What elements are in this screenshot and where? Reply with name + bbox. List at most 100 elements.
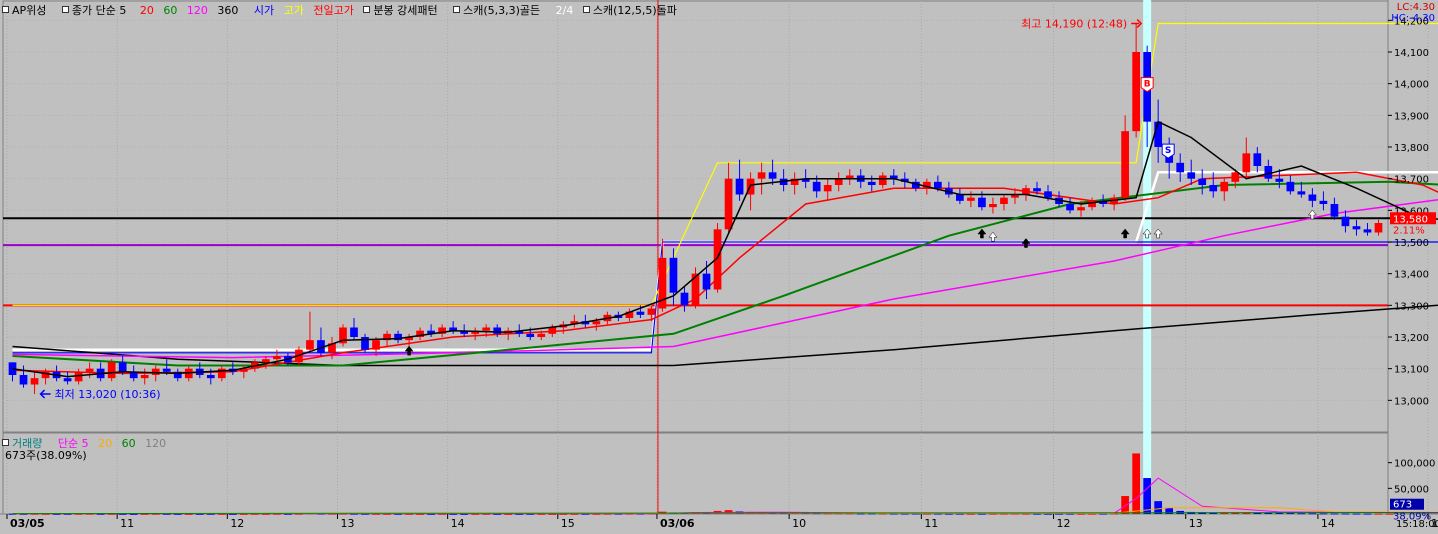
candle-body: [1209, 185, 1218, 192]
volume-bar: [1319, 513, 1328, 515]
volume-y-tick-label: 100,000: [1394, 459, 1435, 470]
y-tick-label: 13,000: [1394, 396, 1429, 407]
candle-body: [1352, 226, 1361, 230]
volume-bar: [978, 513, 986, 515]
candle-body: [878, 175, 887, 185]
volume-bar: [1154, 501, 1163, 514]
candle-body: [702, 273, 711, 290]
candle-body: [1363, 229, 1372, 233]
candle-body: [1022, 188, 1030, 195]
candle-body: [1187, 172, 1196, 179]
candle-body: [757, 172, 766, 179]
x-tick-label: 13: [1189, 517, 1203, 530]
y-tick-label: 13,500: [1394, 238, 1429, 249]
volume-bar: [1143, 478, 1152, 514]
candle-body: [1297, 191, 1306, 195]
legend-open[interactable]: 시가: [254, 4, 274, 17]
candle-body: [1220, 181, 1229, 192]
candle: [339, 324, 347, 347]
candle-body: [372, 340, 380, 350]
volume-bar: [1330, 513, 1339, 515]
volume-bar: [1077, 513, 1085, 515]
y-tick-label: 13,900: [1394, 111, 1429, 122]
lc-value: LC:4.30: [1396, 2, 1435, 13]
y-tick-label: 14,000: [1394, 80, 1429, 91]
candle-body: [989, 204, 997, 208]
candle-body: [526, 333, 535, 337]
volume-bar: [1363, 513, 1372, 515]
volume-bar: [1308, 513, 1317, 515]
legend-ma[interactable]: 종가 단순 5 20 60 120 360: [61, 4, 248, 17]
volume-legend-ma120: 120: [145, 437, 167, 450]
legend-high[interactable]: 고가: [284, 4, 304, 17]
candle-body: [1341, 216, 1350, 227]
candle-body: [1231, 172, 1240, 182]
x-tick-label: 11: [924, 517, 938, 530]
y-tick-label: 13,300: [1394, 301, 1429, 312]
x-tick-label: 10: [792, 517, 806, 530]
candle-body: [867, 181, 876, 185]
volume-bar: [1066, 513, 1074, 515]
candle-body: [1077, 207, 1085, 211]
candle-body: [735, 178, 744, 195]
volume-bar: [956, 513, 964, 515]
candle-body: [724, 178, 733, 230]
candle: [107, 359, 116, 382]
volume-panel: [2, 432, 1389, 515]
legend-prev-high[interactable]: 전일고가: [313, 4, 353, 17]
candle-body: [1253, 153, 1262, 166]
candle-body: [262, 359, 270, 363]
volume-bar: [1374, 513, 1383, 515]
candle-body: [548, 327, 557, 334]
candle-body: [206, 375, 215, 379]
x-tick-label: 14: [451, 517, 465, 530]
x-tick-label: 03/05: [10, 517, 45, 530]
high-annotation: 최고 14,190 (12:48): [1021, 18, 1127, 31]
x-tick-label: 13: [340, 517, 354, 530]
candle-body: [1132, 52, 1140, 132]
candle-body: [1000, 197, 1008, 204]
legend-pattern[interactable]: 분봉 강세패턴: [363, 4, 443, 17]
chart-legend: AP위성 종가 단순 5 20 60 120 360 시가 고가 전일고가 분봉…: [2, 2, 689, 18]
legend-indicator[interactable]: AP위성: [2, 4, 52, 17]
candle-body: [85, 368, 94, 372]
low-annotation: 최저 13,020 (10:36): [55, 388, 161, 401]
x-axis: 03/05111213141503/06101112131415: [6, 514, 1438, 530]
volume-bar: [1352, 513, 1361, 515]
candle-body: [680, 292, 689, 306]
legend-scan1[interactable]: 스캐(5,3,3)골든: [453, 4, 546, 17]
volume-bar: [989, 513, 997, 515]
stock-chart-window: B S 최고 14,190 (12:48) 최저 13,020 (10:36) 14,2…: [0, 0, 1438, 534]
price-chart-svg[interactable]: BS최고 14,190 (12:48)최저 13,020 (10:36)14,2…: [0, 0, 1438, 534]
candle-body: [1330, 204, 1339, 217]
candle-body: [956, 194, 964, 201]
candle-body: [1121, 131, 1129, 198]
candle-body: [967, 197, 975, 201]
candle-body: [1198, 178, 1207, 185]
candle-body: [151, 368, 160, 375]
volume-y-tick-label: 50,000: [1394, 484, 1429, 495]
change-percent-label: 2.11%: [1393, 225, 1425, 236]
x-tick-label: 12: [230, 517, 244, 530]
candle-body: [812, 181, 821, 192]
y-tick-label: 13,200: [1394, 333, 1429, 344]
legend-ma360: 360: [217, 4, 239, 17]
volume-bar: [1132, 453, 1140, 514]
volume-bar: [1033, 513, 1041, 515]
candle-body: [1286, 181, 1295, 192]
candle-body: [1066, 204, 1074, 211]
candle-body: [669, 257, 678, 293]
volume-bar: [1121, 496, 1129, 514]
candle-body: [1154, 121, 1163, 147]
legend-scan2[interactable]: 스캐(12,5,5)돌파: [582, 4, 683, 17]
candle-body: [19, 375, 28, 385]
y-tick-label: 14,100: [1394, 48, 1429, 59]
x-tick-label: 12: [1057, 517, 1071, 530]
y-tick-label: 13,400: [1394, 270, 1429, 281]
volume-bar: [1088, 513, 1096, 515]
volume-legend-ma20: 20: [98, 437, 113, 450]
legend-ma120: 120: [186, 4, 208, 17]
candle-body: [350, 327, 358, 337]
candle-body: [30, 378, 39, 385]
x-tick-label: 14: [1321, 517, 1335, 530]
